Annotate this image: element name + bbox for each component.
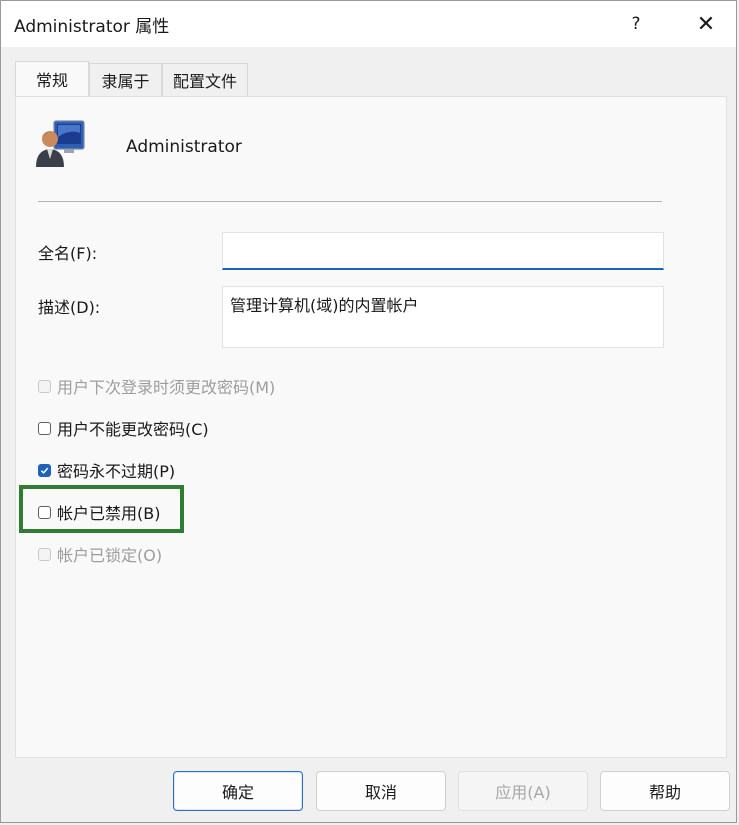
fullname-label: 全名(F): bbox=[38, 244, 98, 263]
checkbox-box[interactable] bbox=[38, 463, 51, 477]
ok-button[interactable]: 确定 bbox=[173, 771, 303, 811]
checkbox-box[interactable] bbox=[38, 379, 51, 393]
general-panel: Administrator 全名(F): 描述(D): 管理计算机(域)的内置帐… bbox=[15, 96, 727, 758]
apply-button[interactable]: 应用(A) bbox=[458, 771, 588, 811]
must-change-password-checkbox[interactable]: 用户下次登录时须更改密码(M) bbox=[38, 375, 275, 397]
checkbox-box[interactable] bbox=[38, 547, 51, 561]
cannot-change-password-checkbox[interactable]: 用户不能更改密码(C) bbox=[38, 417, 209, 439]
tab-member-of[interactable]: 隶属于 bbox=[89, 63, 162, 96]
account-locked-label: 帐户已锁定(O) bbox=[57, 546, 163, 565]
tab-profile[interactable]: 配置文件 bbox=[162, 63, 248, 96]
must-change-password-label: 用户下次登录时须更改密码(M) bbox=[57, 378, 276, 397]
checkbox-box[interactable] bbox=[38, 421, 51, 435]
fullname-input[interactable] bbox=[222, 232, 664, 270]
tab-general[interactable]: 常规 bbox=[15, 61, 89, 96]
window-title: Administrator 属性 bbox=[14, 17, 170, 37]
help-icon[interactable]: ? bbox=[613, 1, 659, 47]
properties-dialog: Administrator 属性 ? ✕ 常规 隶属于 配置文件 Adminis… bbox=[0, 0, 737, 823]
close-icon[interactable]: ✕ bbox=[683, 1, 729, 47]
description-input[interactable]: 管理计算机(域)的内置帐户 bbox=[222, 286, 664, 348]
help-button[interactable]: 帮助 bbox=[600, 771, 730, 811]
password-never-expires-label: 密码永不过期(P) bbox=[57, 462, 176, 481]
checkmark-icon bbox=[40, 467, 49, 474]
highlight-frame bbox=[19, 485, 184, 533]
account-locked-checkbox[interactable]: 帐户已锁定(O) bbox=[38, 543, 162, 565]
cancel-button[interactable]: 取消 bbox=[316, 771, 446, 811]
separator bbox=[38, 201, 662, 202]
user-account-icon bbox=[36, 120, 85, 167]
title-bar[interactable]: Administrator 属性 ? ✕ bbox=[1, 1, 736, 47]
description-label: 描述(D): bbox=[38, 298, 101, 317]
password-never-expires-checkbox[interactable]: 密码永不过期(P) bbox=[38, 459, 175, 481]
cannot-change-password-label: 用户不能更改密码(C) bbox=[57, 420, 209, 439]
user-name: Administrator bbox=[126, 137, 242, 157]
